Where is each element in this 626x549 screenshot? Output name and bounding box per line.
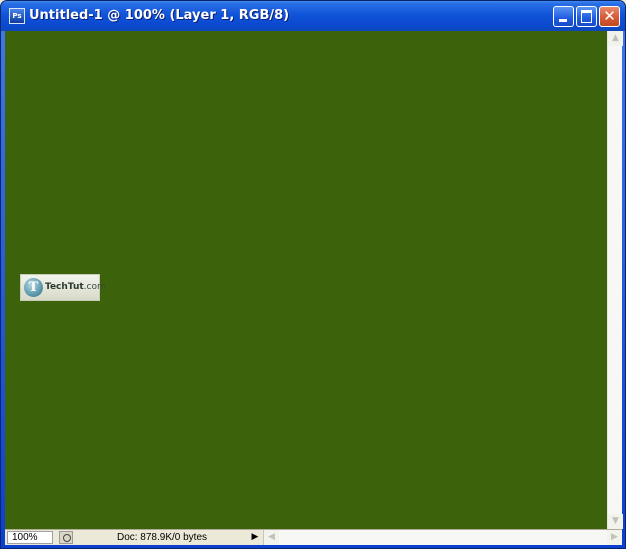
minimize-button[interactable]: [553, 6, 574, 27]
horizontal-scrollbar[interactable]: ◀ ▶: [263, 530, 622, 545]
scroll-up-button[interactable]: ▲: [608, 31, 623, 46]
techtut-logo-icon: T: [24, 278, 43, 297]
logo-domain: .com: [83, 282, 106, 292]
window-title: Untitled-1 @ 100% (Layer 1, RGB/8): [29, 8, 290, 23]
maximize-icon: [581, 10, 592, 23]
status-menu-arrow-icon[interactable]: ▶: [249, 531, 261, 544]
zoom-level-field[interactable]: 100%: [7, 531, 53, 544]
photoshop-icon[interactable]: Ps: [9, 8, 25, 24]
scroll-right-button[interactable]: ▶: [607, 530, 622, 545]
close-button[interactable]: ✕: [599, 6, 620, 27]
techtut-watermark: T TechTut.com: [20, 274, 106, 301]
document-info: Doc: 878.9K/0 bytes: [116, 532, 208, 543]
status-bar: 100% Doc: 878.9K/0 bytes ▶ ◀ ▶: [5, 529, 622, 545]
vertical-scrollbar[interactable]: ▲ ▼: [607, 31, 623, 529]
status-preview-icon[interactable]: [59, 531, 73, 544]
scroll-down-button[interactable]: ▼: [608, 514, 623, 529]
techtut-logo-text: TechTut.com: [45, 282, 106, 292]
close-icon: ✕: [603, 7, 616, 25]
logo-name: TechTut: [45, 282, 84, 292]
title-bar[interactable]: Ps Untitled-1 @ 100% (Layer 1, RGB/8) ✕: [1, 1, 625, 31]
minimize-icon: [559, 19, 567, 22]
maximize-button[interactable]: [576, 6, 597, 27]
scroll-left-button[interactable]: ◀: [264, 530, 279, 545]
